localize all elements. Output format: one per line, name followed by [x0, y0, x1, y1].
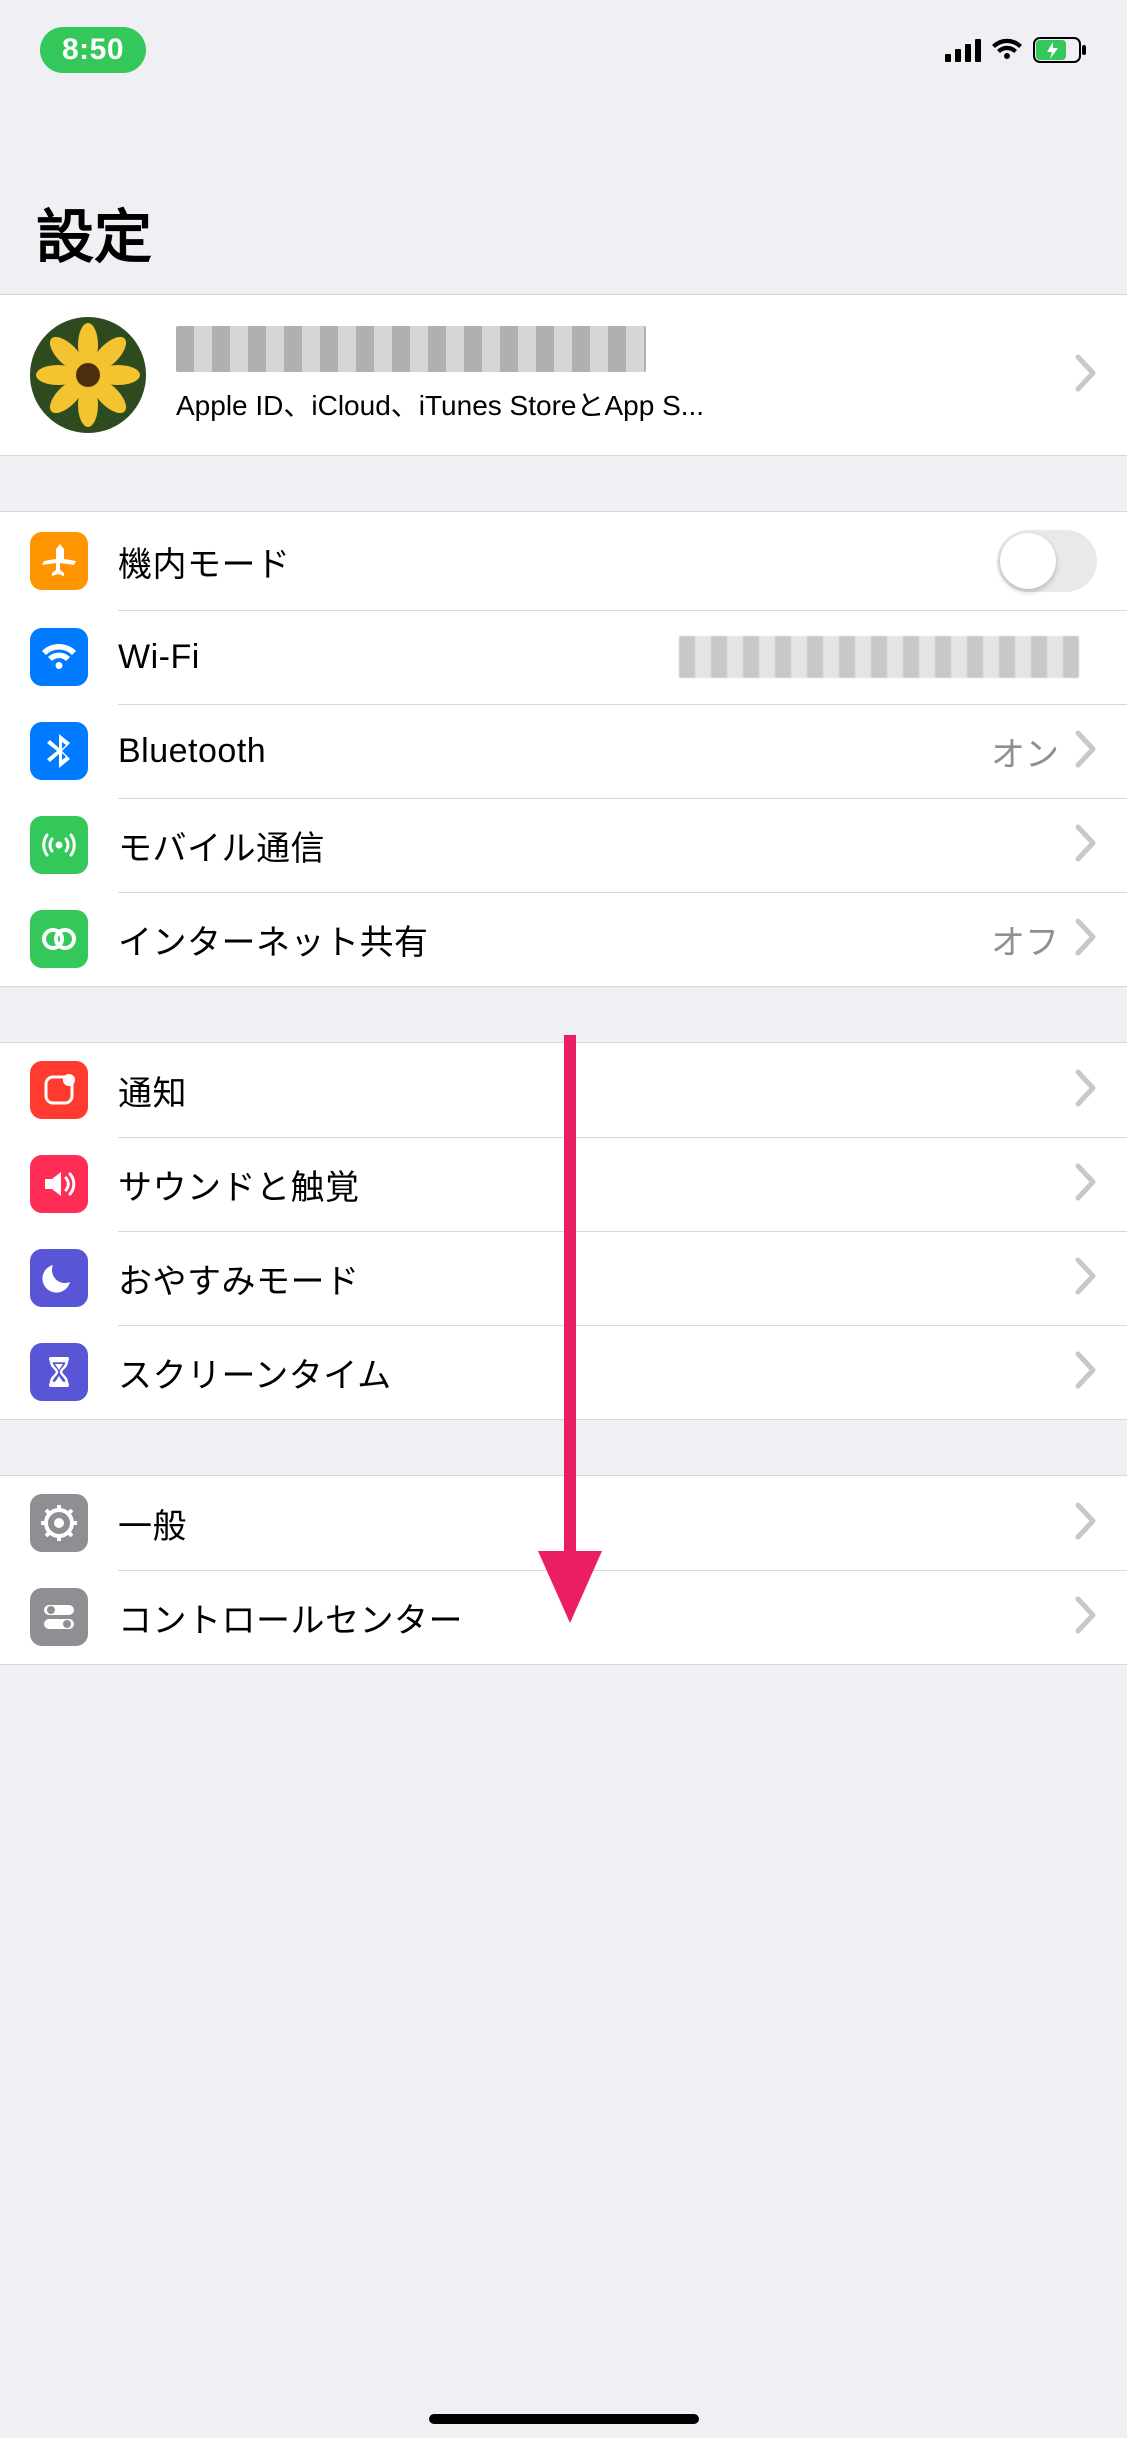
home-indicator: [429, 2414, 699, 2424]
do-not-disturb-row[interactable]: おやすみモード: [0, 1231, 1127, 1325]
gear-icon: [30, 1494, 88, 1552]
apple-id-row[interactable]: Apple ID、iCloud、iTunes StoreとApp S...: [0, 295, 1127, 455]
airplane-icon: [30, 532, 88, 590]
avatar: [30, 317, 146, 433]
page-title: 設定: [0, 100, 1127, 294]
row-label: スクリーンタイム: [118, 1348, 1075, 1397]
notifications-group: 通知 サウンドと触覚 おやすみモード スクリーンタイム: [0, 1042, 1127, 1420]
row-label: Wi-Fi: [118, 638, 679, 677]
chevron-right-icon: [1075, 1069, 1097, 1112]
profile-group: Apple ID、iCloud、iTunes StoreとApp S...: [0, 294, 1127, 456]
chevron-right-icon: [1075, 1596, 1097, 1639]
row-label: サウンドと触覚: [118, 1160, 1075, 1209]
bluetooth-icon: [30, 722, 88, 780]
row-label: Bluetooth: [118, 732, 991, 771]
airplane-switch[interactable]: [997, 530, 1097, 592]
toggle-icon: [30, 1588, 88, 1646]
chevron-right-icon: [1075, 1502, 1097, 1545]
airplane-mode-row[interactable]: 機内モード: [0, 512, 1127, 610]
row-label: 一般: [118, 1499, 1075, 1548]
sounds-row[interactable]: サウンドと触覚: [0, 1137, 1127, 1231]
status-time-pill: 8:50: [40, 27, 146, 73]
wifi-icon: [30, 628, 88, 686]
cellular-signal-icon: [945, 38, 981, 62]
control-center-row[interactable]: コントロールセンター: [0, 1570, 1127, 1664]
row-label: インターネット共有: [118, 915, 991, 964]
row-label: 機内モード: [118, 537, 997, 586]
connectivity-group: 機内モード Wi-Fi Bluetooth オン モバイル通信 インターネット共: [0, 511, 1127, 987]
status-right: [945, 37, 1087, 63]
speaker-icon: [30, 1155, 88, 1213]
notifications-row[interactable]: 通知: [0, 1043, 1127, 1137]
row-label: おやすみモード: [118, 1254, 1075, 1303]
general-row[interactable]: 一般: [0, 1476, 1127, 1570]
cellular-row[interactable]: モバイル通信: [0, 798, 1127, 892]
chevron-right-icon: [1075, 1257, 1097, 1300]
hotspot-row[interactable]: インターネット共有 オフ: [0, 892, 1127, 986]
row-label: 通知: [118, 1066, 1075, 1115]
row-label: モバイル通信: [118, 821, 1075, 870]
wifi-status-icon: [991, 38, 1023, 62]
chevron-right-icon: [1075, 730, 1097, 773]
battery-charging-icon: [1033, 37, 1087, 63]
antenna-icon: [30, 816, 88, 874]
chevron-right-icon: [1075, 824, 1097, 867]
screen-time-row[interactable]: スクリーンタイム: [0, 1325, 1127, 1419]
wifi-value-redacted: [679, 636, 1079, 678]
profile-subtitle: Apple ID、iCloud、iTunes StoreとApp S...: [176, 384, 956, 424]
link-icon: [30, 910, 88, 968]
row-value: オフ: [991, 915, 1059, 964]
chevron-right-icon: [1075, 354, 1097, 397]
wifi-row[interactable]: Wi-Fi: [0, 610, 1127, 704]
row-value: オン: [991, 727, 1059, 776]
chevron-right-icon: [1075, 1163, 1097, 1206]
bluetooth-row[interactable]: Bluetooth オン: [0, 704, 1127, 798]
chevron-right-icon: [1075, 1351, 1097, 1394]
notifications-icon: [30, 1061, 88, 1119]
hourglass-icon: [30, 1343, 88, 1401]
general-group: 一般 コントロールセンター: [0, 1475, 1127, 1665]
row-label: コントロールセンター: [118, 1593, 1075, 1642]
profile-name-redacted: [176, 326, 646, 372]
moon-icon: [30, 1249, 88, 1307]
status-bar: 8:50: [0, 0, 1127, 100]
chevron-right-icon: [1075, 918, 1097, 961]
